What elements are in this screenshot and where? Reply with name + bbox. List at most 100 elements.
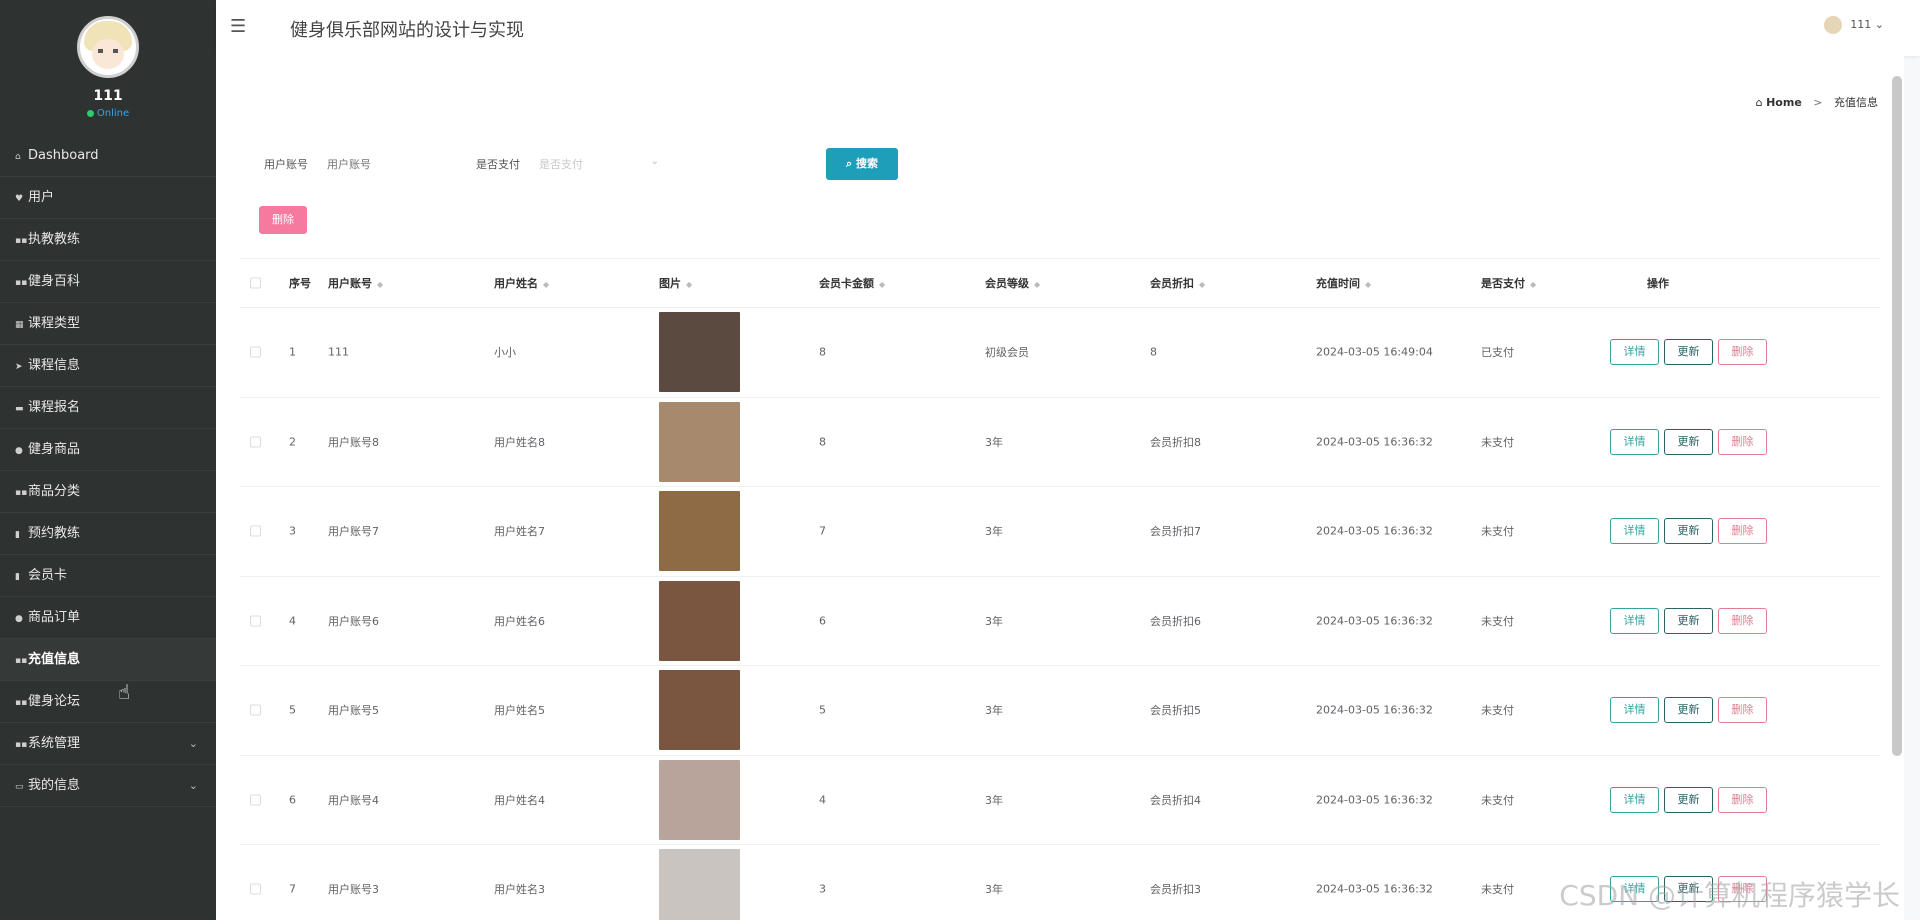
sidebar-item-1[interactable]: ♥ 用户	[0, 177, 216, 219]
detail-button[interactable]: 详情	[1610, 428, 1659, 455]
user-avatar-icon	[1824, 16, 1843, 34]
sidebar-item-12[interactable]: ▪▪充值信息	[0, 639, 216, 681]
detail-button[interactable]: 详情	[1610, 518, 1659, 545]
sidebar-item-4[interactable]: ▦ 课程类型	[0, 303, 216, 345]
topbar: ☰ 健身俱乐部网站的设计与实现 111 ⌄	[216, 0, 1920, 56]
row-checkbox[interactable]	[250, 794, 261, 806]
row-image[interactable]	[659, 670, 740, 751]
sidebar-item-10[interactable]: ▮ 会员卡	[0, 555, 216, 597]
cell-amount: 8	[819, 345, 826, 359]
sidebar-item-label: 课程信息	[28, 358, 81, 373]
cell-account: 用户账号5	[328, 704, 379, 718]
delete-button[interactable]: 删除	[1718, 428, 1767, 455]
detail-button[interactable]: 详情	[1610, 607, 1659, 634]
sidebar-item-7[interactable]: ● 健身商品	[0, 429, 216, 471]
sidebar-item-label: 健身论坛	[28, 694, 81, 709]
cell-time: 2024-03-05 16:36:32	[1316, 793, 1433, 807]
sort-icon: ◆	[879, 280, 886, 289]
header-discount[interactable]: 会员折扣 ◆	[1150, 275, 1205, 291]
header-time[interactable]: 充值时间 ◆	[1316, 275, 1371, 291]
delete-button[interactable]: 删除	[1718, 786, 1767, 813]
sidebar-item-label: 健身百科	[28, 274, 81, 289]
account-input[interactable]	[327, 148, 447, 180]
chevron-down-icon: ⌄	[188, 779, 198, 792]
row-checkbox[interactable]	[250, 883, 261, 895]
sidebar-item-2[interactable]: ▪▪执教教练	[0, 219, 216, 261]
user-dropdown[interactable]: 111 ⌄	[1824, 16, 1884, 34]
row-checkbox[interactable]	[250, 525, 261, 537]
delete-button[interactable]: 删除	[1718, 518, 1767, 545]
cell-discount: 会员折扣4	[1150, 793, 1201, 807]
header-image[interactable]: 图片 ◆	[659, 275, 692, 291]
detail-button[interactable]: 详情	[1610, 786, 1659, 813]
breadcrumb: ⌂ Home > 充值信息	[1756, 94, 1878, 110]
cell-index: 1	[289, 345, 296, 359]
breadcrumb-home[interactable]: Home	[1766, 96, 1802, 109]
update-button[interactable]: 更新	[1664, 339, 1713, 366]
cell-paid: 未支付	[1481, 614, 1514, 628]
row-image[interactable]	[659, 491, 740, 572]
batch-delete-button[interactable]: 删除	[259, 206, 307, 234]
sidebar-item-15[interactable]: ▭ 我的信息 ⌄	[0, 765, 216, 807]
avatar[interactable]	[77, 16, 139, 78]
detail-button[interactable]: 详情	[1610, 697, 1659, 724]
row-image[interactable]	[659, 759, 740, 840]
sidebar-item-label: 执教教练	[28, 232, 81, 247]
sidebar-item-8[interactable]: ▪▪商品分类	[0, 471, 216, 513]
cell-discount: 会员折扣5	[1150, 704, 1201, 718]
sidebar-item-label: 课程报名	[28, 400, 81, 415]
scrollbar[interactable]	[1892, 76, 1902, 756]
sidebar-item-3[interactable]: ▪▪健身百科	[0, 261, 216, 303]
grid-icon: ▪▪	[15, 656, 28, 666]
header-level[interactable]: 会员等级 ◆	[985, 275, 1040, 291]
row-checkbox[interactable]	[250, 704, 261, 716]
chevron-down-icon: ⌄	[650, 156, 659, 167]
briefcase-icon: ▬	[15, 404, 24, 414]
row-checkbox[interactable]	[250, 346, 261, 358]
update-button[interactable]: 更新	[1664, 697, 1713, 724]
row-checkbox[interactable]	[250, 615, 261, 627]
sidebar-item-9[interactable]: ▮ 预约教练	[0, 513, 216, 555]
delete-button[interactable]: 删除	[1718, 339, 1767, 366]
update-button[interactable]: 更新	[1664, 786, 1713, 813]
cell-index: 2	[289, 435, 296, 449]
row-checkbox[interactable]	[250, 436, 261, 448]
detail-button[interactable]: 详情	[1610, 339, 1659, 366]
sidebar-item-13[interactable]: ▪▪健身论坛	[0, 681, 216, 723]
update-button[interactable]: 更新	[1664, 518, 1713, 545]
sidebar-item-5[interactable]: ➤ 课程信息	[0, 345, 216, 387]
cell-discount: 8	[1150, 345, 1157, 359]
sidebar-item-0[interactable]: ⌂ Dashboard	[0, 135, 216, 177]
delete-button[interactable]: 删除	[1718, 607, 1767, 634]
row-actions: 详情 更新 删除	[1610, 518, 1772, 545]
row-image[interactable]	[659, 401, 740, 482]
search-button[interactable]: ⌕ 搜索	[826, 148, 898, 180]
table-row: 6 用户账号4 用户姓名4 4 3年 会员折扣4 2024-03-05 16:36:32 未支…	[240, 756, 1880, 845]
sidebar-item-14[interactable]: ▪▪系统管理 ⌄	[0, 723, 216, 765]
cell-time: 2024-03-05 16:36:32	[1316, 524, 1433, 538]
row-image[interactable]	[659, 312, 740, 393]
row-image[interactable]	[659, 580, 740, 661]
update-button[interactable]: 更新	[1664, 607, 1713, 634]
header-amount[interactable]: 会员卡金额 ◆	[819, 275, 885, 291]
paid-select[interactable]: 是否支付 ⌄	[539, 156, 659, 172]
header-account[interactable]: 用户账号 ◆	[328, 275, 383, 291]
online-status: Online	[0, 108, 216, 119]
select-all-checkbox[interactable]	[250, 277, 261, 289]
sidebar-item-6[interactable]: ▬ 课程报名	[0, 387, 216, 429]
delete-button[interactable]: 删除	[1718, 697, 1767, 724]
cell-paid: 未支付	[1481, 883, 1514, 897]
cell-name: 用户姓名4	[494, 793, 545, 807]
header-ops: 操作	[1647, 277, 1669, 290]
row-image[interactable]	[659, 849, 740, 920]
sidebar-item-11[interactable]: ● 商品订单	[0, 597, 216, 639]
header-paid[interactable]: 是否支付 ◆	[1481, 275, 1536, 291]
chart-icon: ▮	[15, 530, 20, 540]
header-name[interactable]: 用户姓名 ◆	[494, 275, 549, 291]
paid-label: 是否支付	[476, 158, 520, 171]
menu-toggle-icon[interactable]: ☰	[230, 16, 246, 37]
cell-paid: 未支付	[1481, 704, 1514, 718]
update-button[interactable]: 更新	[1664, 428, 1713, 455]
header-paid-label: 是否支付	[1481, 277, 1525, 290]
online-status-text: Online	[96, 108, 130, 119]
